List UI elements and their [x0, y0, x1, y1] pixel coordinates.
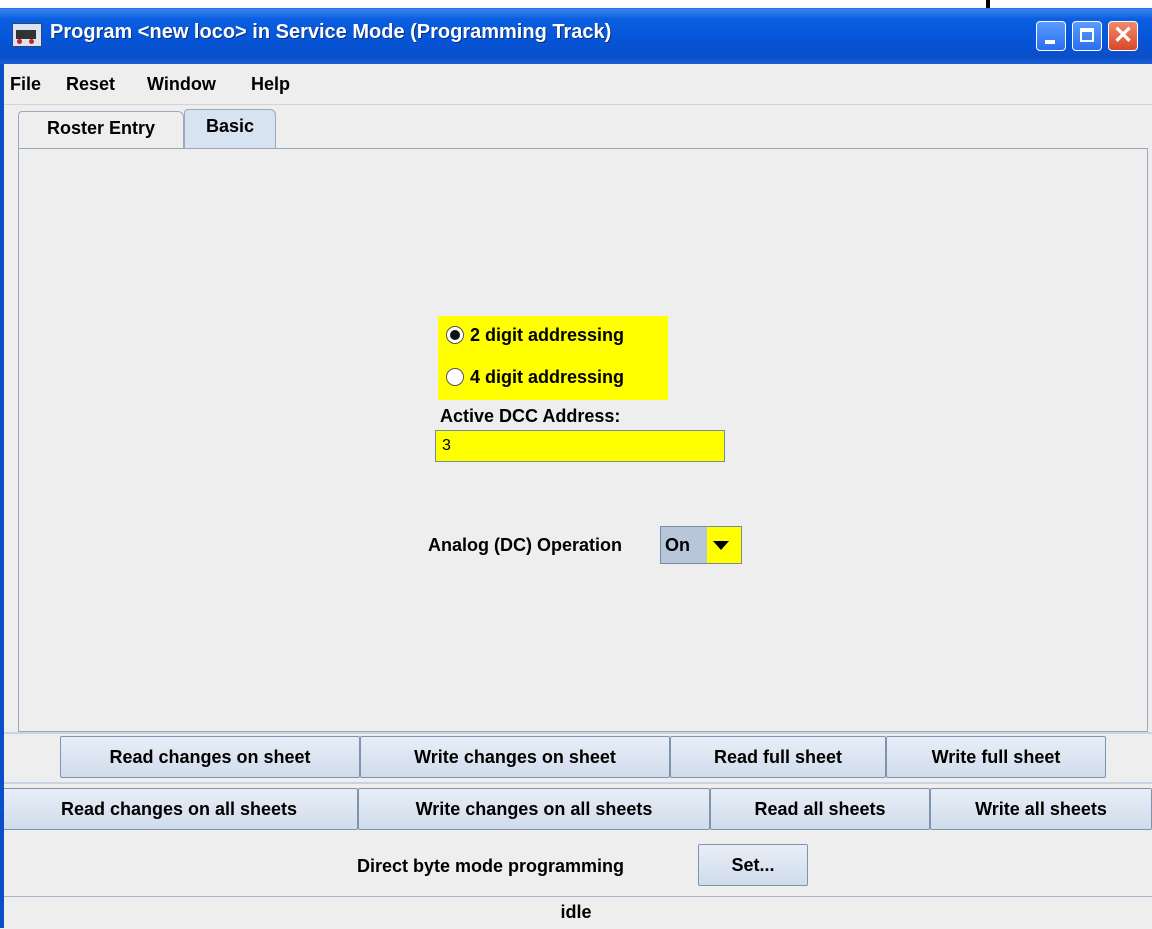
- radio-unselected-icon[interactable]: [446, 368, 464, 387]
- radio-2-digit-label: 2 digit addressing: [470, 324, 625, 345]
- chevron-down-icon[interactable]: [713, 541, 729, 550]
- title-bar[interactable]: Program <new loco> in Service Mode (Prog…: [0, 8, 1152, 65]
- radio-selected-icon[interactable]: [446, 326, 464, 345]
- write-all-sheets-button[interactable]: Write all sheets: [930, 788, 1152, 830]
- active-dcc-address-label: Active DCC Address:: [440, 406, 621, 426]
- divider: [0, 782, 1152, 784]
- window-left-border: [0, 64, 4, 928]
- minimize-button[interactable]: [1036, 21, 1066, 51]
- read-all-sheets-button[interactable]: Read all sheets: [710, 788, 930, 830]
- active-dcc-address-field[interactable]: 3: [435, 430, 725, 462]
- tab-basic[interactable]: Basic: [184, 109, 276, 151]
- addressing-radio-group: 2 digit addressing 4 digit addressing: [438, 316, 668, 400]
- maximize-button[interactable]: [1072, 21, 1102, 51]
- analog-operation-value: On: [661, 527, 707, 563]
- locomotive-app-icon: [12, 23, 42, 47]
- edge-mark: [986, 0, 990, 8]
- close-icon: ✕: [1113, 22, 1134, 49]
- write-changes-on-sheet-button[interactable]: Write changes on sheet: [360, 736, 670, 778]
- read-changes-on-sheet-button[interactable]: Read changes on sheet: [60, 736, 360, 778]
- write-changes-on-all-sheets-button[interactable]: Write changes on all sheets: [358, 788, 710, 830]
- menu-window[interactable]: Window: [147, 74, 216, 95]
- top-edge: [0, 0, 1152, 8]
- radio-2-digit[interactable]: 2 digit addressing: [446, 324, 624, 354]
- minimize-icon: [1045, 40, 1055, 44]
- programming-mode-label: Direct byte mode programming: [357, 856, 625, 876]
- read-full-sheet-button[interactable]: Read full sheet: [670, 736, 886, 778]
- radio-4-digit-label: 4 digit addressing: [470, 366, 625, 387]
- maximize-icon: [1080, 28, 1094, 42]
- write-full-sheet-button[interactable]: Write full sheet: [886, 736, 1106, 778]
- menu-file[interactable]: File: [10, 74, 41, 95]
- read-changes-on-all-sheets-button[interactable]: Read changes on all sheets: [0, 788, 358, 830]
- analog-operation-select[interactable]: On: [660, 526, 742, 564]
- window-title: Program <new loco> in Service Mode (Prog…: [50, 21, 612, 43]
- menu-help[interactable]: Help: [251, 74, 290, 95]
- radio-4-digit[interactable]: 4 digit addressing: [446, 366, 624, 396]
- divider: [0, 732, 1152, 734]
- menu-reset[interactable]: Reset: [66, 74, 115, 95]
- status-bar: idle: [0, 896, 1152, 929]
- close-button[interactable]: ✕: [1108, 21, 1138, 51]
- set-mode-button[interactable]: Set...: [698, 844, 808, 886]
- menu-bar: File Reset Window Help: [0, 64, 1152, 105]
- analog-operation-label: Analog (DC) Operation: [428, 535, 622, 555]
- tab-roster-entry[interactable]: Roster Entry: [18, 111, 184, 149]
